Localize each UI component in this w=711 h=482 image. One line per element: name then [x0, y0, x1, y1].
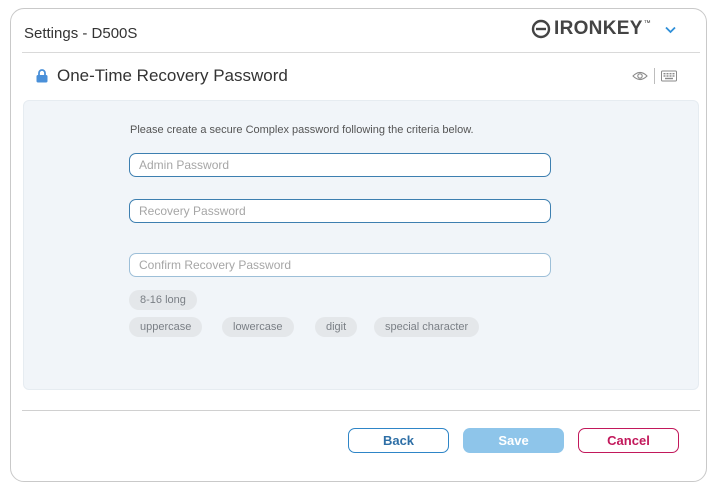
ironkey-logo-icon — [531, 19, 551, 39]
criteria-digit-chip: digit — [315, 317, 358, 337]
admin-password-input[interactable] — [129, 153, 551, 177]
section-header: One-Time Recovery Password — [36, 66, 288, 86]
save-button[interactable]: Save — [463, 428, 564, 453]
header-divider — [22, 52, 700, 53]
recovery-password-input[interactable] — [129, 199, 551, 223]
criteria-length-chip: 8-16 long — [129, 290, 197, 310]
criteria-special-chip: special character — [374, 317, 480, 337]
footer-divider — [22, 410, 700, 411]
section-title: One-Time Recovery Password — [57, 66, 288, 85]
form-panel — [23, 100, 699, 390]
criteria-uppercase-chip: uppercase — [129, 317, 203, 337]
eye-icon[interactable] — [632, 70, 648, 82]
trademark-symbol: ™ — [643, 19, 651, 27]
field-tools — [632, 68, 677, 84]
confirm-password-input[interactable] — [129, 253, 551, 277]
chevron-down-icon[interactable] — [665, 23, 676, 37]
window-title: Settings - D500S — [24, 25, 138, 42]
tools-separator — [654, 68, 655, 84]
cancel-button[interactable]: Cancel — [578, 428, 679, 453]
instruction-text: Please create a secure Complex password … — [130, 124, 474, 136]
lock-icon — [36, 69, 48, 83]
logo-text: IRONKEY — [554, 18, 643, 39]
keyboard-icon[interactable] — [661, 70, 677, 82]
criteria-lowercase-chip: lowercase — [222, 317, 294, 337]
back-button[interactable]: Back — [348, 428, 449, 453]
ironkey-logo: IRONKEY ™ — [531, 18, 676, 40]
